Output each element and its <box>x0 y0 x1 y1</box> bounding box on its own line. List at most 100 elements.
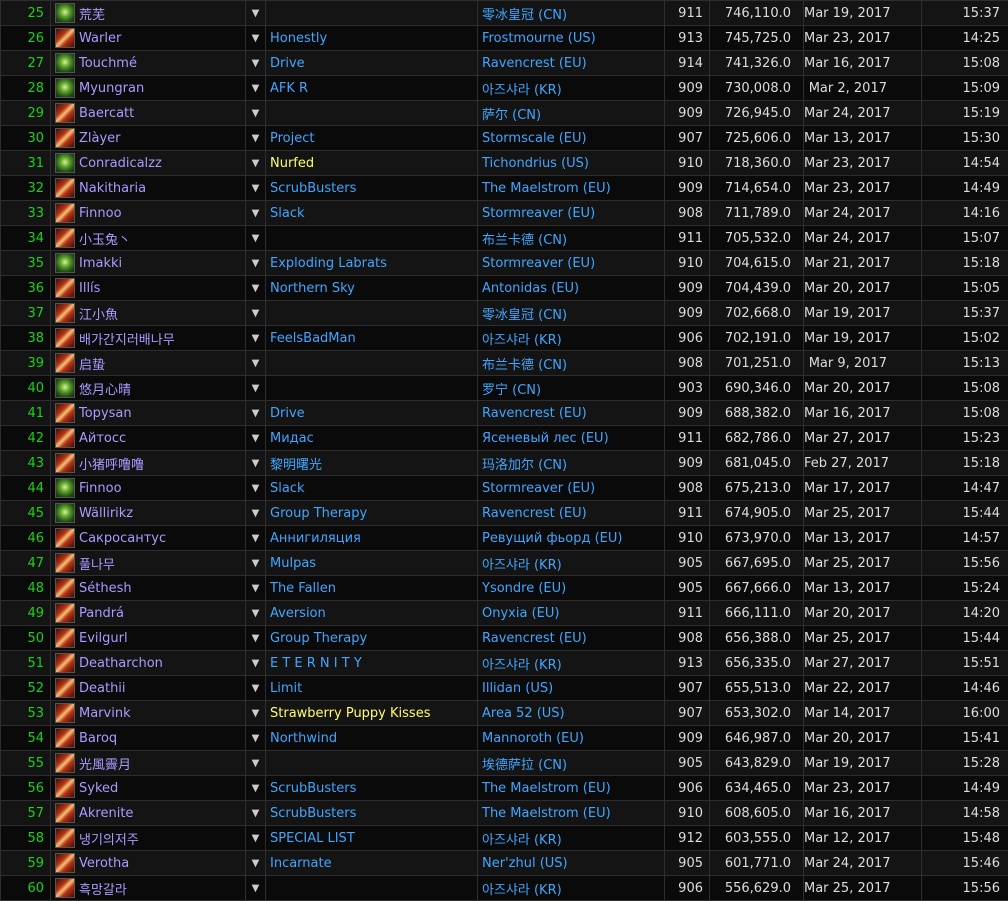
character-name-link[interactable]: Marvink <box>79 706 131 721</box>
guild-cell[interactable]: Project <box>266 126 478 151</box>
guild-cell[interactable] <box>266 351 478 376</box>
row-dropdown-toggle[interactable]: ▼ <box>246 351 266 376</box>
character-name-link[interactable]: Wällirikz <box>79 506 133 521</box>
guild-cell[interactable]: Group Therapy <box>266 501 478 526</box>
server-cell[interactable]: Tichondrius (US) <box>478 151 665 176</box>
row-dropdown-toggle[interactable]: ▼ <box>246 376 266 401</box>
character-name-link[interactable]: Warler <box>79 31 121 46</box>
character-name-link[interactable]: Imakki <box>79 256 122 271</box>
character-name-link[interactable]: Touchmé <box>79 56 137 71</box>
row-dropdown-toggle[interactable]: ▼ <box>246 501 266 526</box>
server-cell[interactable]: Frostmourne (US) <box>478 26 665 51</box>
row-dropdown-toggle[interactable]: ▼ <box>246 876 266 901</box>
row-dropdown-toggle[interactable]: ▼ <box>246 51 266 76</box>
character-name-link[interactable]: Сакросантус <box>79 531 166 546</box>
guild-cell[interactable]: Group Therapy <box>266 626 478 651</box>
character-name-link[interactable]: Verotha <box>79 856 129 871</box>
guild-cell[interactable]: 黎明曙光 <box>266 451 478 476</box>
character-name-link[interactable]: Myungran <box>79 81 144 96</box>
guild-cell[interactable]: Nurfed <box>266 151 478 176</box>
server-cell[interactable]: Ravencrest (EU) <box>478 401 665 426</box>
guild-cell[interactable]: FeelsBadMan <box>266 326 478 351</box>
guild-cell[interactable]: Аннигиляция <box>266 526 478 551</box>
row-dropdown-toggle[interactable]: ▼ <box>246 476 266 501</box>
character-name-link[interactable]: 光風霽月 <box>79 758 131 773</box>
guild-cell[interactable]: Northwind <box>266 726 478 751</box>
guild-cell[interactable] <box>266 876 478 901</box>
row-dropdown-toggle[interactable]: ▼ <box>246 776 266 801</box>
row-dropdown-toggle[interactable]: ▼ <box>246 851 266 876</box>
guild-cell[interactable]: ScrubBusters <box>266 776 478 801</box>
server-cell[interactable]: 아즈샤라 (KR) <box>478 826 665 851</box>
row-dropdown-toggle[interactable]: ▼ <box>246 276 266 301</box>
server-cell[interactable]: 埃德萨拉 (CN) <box>478 751 665 776</box>
server-cell[interactable]: Illidan (US) <box>478 676 665 701</box>
character-name-link[interactable]: 悠月心晴 <box>79 383 131 398</box>
character-name-link[interactable]: 냉기의저주 <box>79 833 139 848</box>
server-cell[interactable]: Ner'zhul (US) <box>478 851 665 876</box>
row-dropdown-toggle[interactable]: ▼ <box>246 1 266 26</box>
server-cell[interactable]: 아즈샤라 (KR) <box>478 876 665 901</box>
server-cell[interactable]: Ясеневый лес (EU) <box>478 426 665 451</box>
row-dropdown-toggle[interactable]: ▼ <box>246 751 266 776</box>
character-name-link[interactable]: Evilgurl <box>79 631 128 646</box>
row-dropdown-toggle[interactable]: ▼ <box>246 401 266 426</box>
row-dropdown-toggle[interactable]: ▼ <box>246 101 266 126</box>
character-name-link[interactable]: 江小魚 <box>79 308 118 323</box>
guild-cell[interactable]: Mulpas <box>266 551 478 576</box>
character-name-link[interactable]: Deathii <box>79 681 126 696</box>
row-dropdown-toggle[interactable]: ▼ <box>246 626 266 651</box>
character-name-link[interactable]: 启蛰 <box>79 358 105 373</box>
server-cell[interactable]: Stormscale (EU) <box>478 126 665 151</box>
row-dropdown-toggle[interactable]: ▼ <box>246 301 266 326</box>
guild-cell[interactable]: Drive <box>266 401 478 426</box>
server-cell[interactable]: Ravencrest (EU) <box>478 626 665 651</box>
guild-cell[interactable]: ScrubBusters <box>266 801 478 826</box>
character-name-link[interactable]: Pandrá <box>79 606 124 621</box>
server-cell[interactable]: 零冰皇冠 (CN) <box>478 1 665 26</box>
guild-cell[interactable]: Strawberry Puppy Kisses <box>266 701 478 726</box>
server-cell[interactable]: The Maelstrom (EU) <box>478 176 665 201</box>
guild-cell[interactable]: Incarnate <box>266 851 478 876</box>
row-dropdown-toggle[interactable]: ▼ <box>246 226 266 251</box>
server-cell[interactable]: 零冰皇冠 (CN) <box>478 301 665 326</box>
character-name-link[interactable]: 小玉兔丶 <box>79 233 131 248</box>
server-cell[interactable]: The Maelstrom (EU) <box>478 776 665 801</box>
guild-cell[interactable]: Aversion <box>266 601 478 626</box>
server-cell[interactable]: 萨尔 (CN) <box>478 101 665 126</box>
server-cell[interactable]: Ravencrest (EU) <box>478 51 665 76</box>
row-dropdown-toggle[interactable]: ▼ <box>246 651 266 676</box>
guild-cell[interactable]: Slack <box>266 476 478 501</box>
character-name-link[interactable]: Topysan <box>79 406 132 421</box>
character-name-link[interactable]: Finnoo <box>79 481 122 496</box>
character-name-link[interactable]: 小猪呼噜噜 <box>79 458 144 473</box>
server-cell[interactable]: 布兰卡德 (CN) <box>478 351 665 376</box>
row-dropdown-toggle[interactable]: ▼ <box>246 826 266 851</box>
character-name-link[interactable]: Conradicalzz <box>79 156 162 171</box>
character-name-link[interactable]: Syked <box>79 781 118 796</box>
character-name-link[interactable]: 흑망갈라 <box>79 883 127 898</box>
character-name-link[interactable]: Finnoo <box>79 206 122 221</box>
guild-cell[interactable]: Мидас <box>266 426 478 451</box>
guild-cell[interactable]: AFK R <box>266 76 478 101</box>
row-dropdown-toggle[interactable]: ▼ <box>246 251 266 276</box>
guild-cell[interactable]: Honestly <box>266 26 478 51</box>
row-dropdown-toggle[interactable]: ▼ <box>246 326 266 351</box>
guild-cell[interactable]: Slack <box>266 201 478 226</box>
server-cell[interactable]: Ysondre (EU) <box>478 576 665 601</box>
server-cell[interactable]: 아즈샤라 (KR) <box>478 326 665 351</box>
guild-cell[interactable] <box>266 376 478 401</box>
character-name-link[interactable]: Akrenite <box>79 806 133 821</box>
guild-cell[interactable]: ScrubBusters <box>266 176 478 201</box>
row-dropdown-toggle[interactable]: ▼ <box>246 576 266 601</box>
row-dropdown-toggle[interactable]: ▼ <box>246 126 266 151</box>
row-dropdown-toggle[interactable]: ▼ <box>246 176 266 201</box>
server-cell[interactable]: Ravencrest (EU) <box>478 501 665 526</box>
row-dropdown-toggle[interactable]: ▼ <box>246 426 266 451</box>
row-dropdown-toggle[interactable]: ▼ <box>246 801 266 826</box>
server-cell[interactable]: 罗宁 (CN) <box>478 376 665 401</box>
guild-cell[interactable] <box>266 301 478 326</box>
row-dropdown-toggle[interactable]: ▼ <box>246 676 266 701</box>
character-name-link[interactable]: Baercatt <box>79 106 134 121</box>
guild-cell[interactable]: SPECIAL LIST <box>266 826 478 851</box>
